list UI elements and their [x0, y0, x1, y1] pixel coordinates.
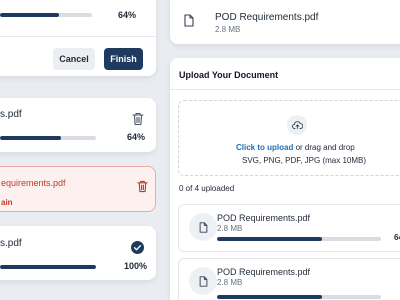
progress-fill — [0, 136, 62, 140]
file-name: s.pdf — [0, 109, 22, 120]
click-to-upload-link[interactable]: Click to upload — [236, 143, 293, 152]
upload-item-in-progress: s.pdf 64% — [0, 98, 156, 152]
progress-track — [217, 295, 381, 299]
upload-item-error: equirements.pdf ain — [0, 166, 156, 212]
file-size: 2.8 MB — [217, 278, 243, 287]
progress-fill — [217, 237, 322, 241]
progress-percent: 64% — [118, 10, 137, 20]
upload-card: Upload Your Document Click to upload or … — [170, 58, 400, 300]
progress-track — [0, 13, 92, 17]
cloud-upload-icon — [287, 115, 307, 135]
check-circle-icon — [131, 241, 144, 254]
file-name: POD Requirements.pdf — [217, 267, 311, 277]
finish-button[interactable]: Finish — [104, 48, 143, 70]
trash-icon[interactable] — [132, 112, 144, 126]
file-name: POD Requirements.pdf — [215, 12, 319, 23]
upload-dialog-card: 64% Cancel Finish — [0, 0, 156, 76]
trash-icon[interactable] — [137, 180, 148, 193]
progress-track — [0, 136, 96, 140]
upload-card-title: Upload Your Document — [179, 70, 279, 80]
file-row: POD Requirements.pdf 2.8 MB 64 — [178, 204, 400, 252]
file-name: POD Requirements.pdf — [217, 213, 311, 223]
file-row: POD Requirements.pdf 2.8 MB — [178, 258, 400, 300]
accepted-formats: SVG, PNG, PDF, JPG (max 10MB) — [242, 156, 367, 165]
progress-percent: 64% — [127, 132, 146, 142]
file-size: 2.8 MB — [217, 224, 243, 233]
divider — [170, 89, 400, 90]
cancel-button[interactable]: Cancel — [53, 48, 95, 70]
progress-track — [217, 237, 381, 241]
progress-percent: 100% — [124, 261, 148, 271]
progress-fill — [217, 295, 322, 299]
upload-item-complete: s.pdf 100% — [0, 226, 156, 280]
drag-drop-text: or drag and drop — [293, 143, 355, 152]
file-card: POD Requirements.pdf 2.8 MB — [170, 0, 400, 44]
file-icon — [189, 267, 217, 295]
uploaded-count: 0 of 4 uploaded — [179, 184, 235, 193]
progress-track — [0, 265, 96, 269]
file-icon — [184, 14, 194, 27]
divider — [0, 36, 156, 37]
progress-fill — [0, 265, 96, 269]
error-message: ain — [1, 198, 13, 207]
file-name: equirements.pdf — [1, 178, 66, 188]
file-icon — [189, 213, 217, 241]
dropzone[interactable]: Click to upload or drag and drop SVG, PN… — [178, 100, 400, 176]
dropzone-prompt: Click to upload or drag and drop — [236, 143, 355, 152]
file-size: 2.8 MB — [215, 25, 241, 34]
progress-fill — [0, 13, 59, 17]
file-name: s.pdf — [0, 238, 22, 249]
progress-percent: 64 — [394, 233, 400, 242]
